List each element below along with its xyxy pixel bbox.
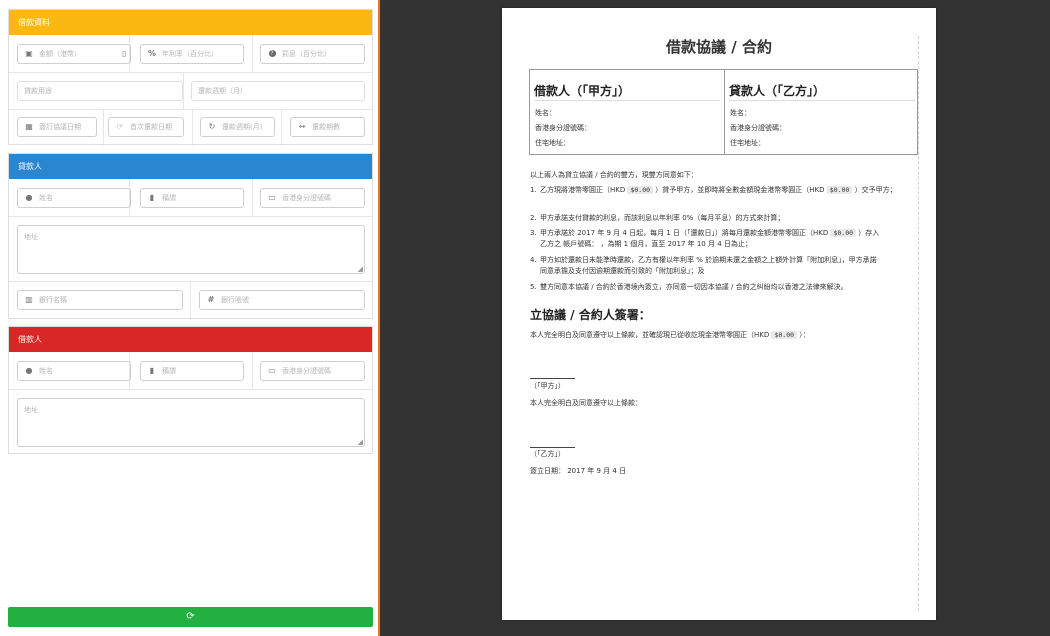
loan-details-title: 借款資料: [18, 18, 50, 27]
borrower-address-textarea[interactable]: 地址 ◢: [17, 398, 365, 447]
loan-details-panel: 借款資料 ▣ 金額（港幣） ▯ % 年利率（百分比） ? 罰息（百分比） 貸款用途 還…: [8, 9, 373, 146]
dollar-suffix-icon: ▯: [122, 50, 126, 58]
clause-1: 1. 乙方現將港幣零圓正（HKD $0.00 ）貸予甲方，並即時將全數金額現金港…: [530, 186, 897, 194]
intro-text: 以上兩人為貸立協議 / 合約的雙方，現雙方同意如下：: [530, 171, 698, 179]
borrower-heading: 借款人（「甲方」）: [534, 82, 720, 101]
agreement-document: 借款協議 / 合約 借款人（「甲方」） 姓名： 香港身分證號碼： 住宅地址： 貸…: [502, 8, 936, 620]
parties-table: 借款人（「甲方」） 姓名： 香港身分證號碼： 住宅地址： 貸款人（「乙方」） 姓…: [529, 69, 918, 155]
borrower-panel: 借款人 ● 姓名 ▮ 稱謂 ▭ 香港身分證號碼 地址 ◢: [8, 326, 373, 454]
id-card-icon: ▭: [268, 193, 276, 202]
repayment-cycle-input[interactable]: 還款週期（月）: [191, 81, 365, 101]
party-b-label: （「乙方」）: [530, 450, 565, 458]
installment-count-input[interactable]: ↔ 還款期數: [290, 117, 365, 137]
borrower-address-label: 住宅地址：: [535, 139, 570, 147]
clause-4: 4. 甲方如於還款日未能準時還款，乙方有權以年利率 % 於逾期未還之金額之上額外…: [530, 256, 877, 275]
user-icon: ●: [25, 193, 33, 202]
hash-icon: #: [207, 295, 215, 304]
lender-id-label: 香港身分證號碼：: [730, 124, 786, 132]
resize-grip-icon[interactable]: ◢: [358, 439, 363, 446]
repeat-icon: ↻: [208, 122, 216, 131]
borrower-hkid-input[interactable]: ▭ 香港身分證號碼: [260, 361, 365, 381]
interest-rate-input[interactable]: % 年利率（百分比）: [140, 44, 244, 64]
question-icon: ?: [268, 50, 276, 57]
lender-title: 貸款人: [18, 162, 42, 171]
loan-purpose-input[interactable]: 貸款用途: [17, 81, 183, 101]
signature-heading: 立協議 / 合約人簽署：: [530, 308, 651, 322]
borrower-name-label: 姓名：: [535, 109, 556, 117]
lender-column: 貸款人（「乙方」） 姓名： 香港身分證號碼： 住宅地址：: [725, 70, 919, 154]
borrower-id-label: 香港身分證號碼：: [535, 124, 591, 132]
document-title: 借款協議 / 合約: [666, 38, 772, 56]
hand-icon: ☞: [116, 122, 124, 131]
borrower-title-input[interactable]: ▮ 稱謂: [140, 361, 244, 381]
borrower-name-input[interactable]: ● 姓名: [17, 361, 131, 381]
borrower-declaration: 本人完全明白及同意遵守以上條款，並確認現已從收訖現金港幣零圓正（HKD $0.0…: [530, 331, 810, 339]
lender-declaration: 本人完全明白及同意遵守以上條款：: [530, 399, 642, 407]
clause-3: 3. 甲方承諾於 2017 年 9 月 4 日起，每月 1 日（「還款日」）將每…: [530, 229, 880, 248]
lender-address-textarea[interactable]: 地址 ◢: [17, 225, 365, 274]
agreement-date-input[interactable]: ▦ 簽訂協議日期: [17, 117, 97, 137]
clause-2: 2. 甲方承諾支付貸款的利息，而該利息以年利率 0%（每月平息）的方式來計算；: [530, 214, 785, 222]
lender-hkid-input[interactable]: ▭ 香港身分證號碼: [260, 188, 365, 208]
lender-address-label: 住宅地址：: [730, 139, 765, 147]
refresh-icon: ⟳: [186, 611, 195, 622]
lender-title-input[interactable]: ▮ 稱謂: [140, 188, 244, 208]
borrower-title: 借款人: [18, 335, 42, 344]
percent-icon: %: [147, 49, 156, 58]
repayment-period-input[interactable]: ↻ 還款週期(月): [200, 117, 275, 137]
party-a-label: （「甲方」）: [530, 382, 565, 390]
form-sidebar: 借款資料 ▣ 金額（港幣） ▯ % 年利率（百分比） ? 罰息（百分比） 貸款用途 還…: [0, 0, 380, 636]
id-card-icon: ▭: [268, 366, 276, 375]
resize-grip-icon[interactable]: ◢: [358, 266, 363, 273]
bank-account-input[interactable]: # 銀行賬號: [199, 290, 365, 310]
lender-panel: 貸款人 ● 姓名 ▮ 稱謂 ▭ 香港身分證號碼 地址 ◢ ▥ 銀行名稱 # 銀行賬號: [8, 153, 373, 320]
loan-details-header: 借款資料: [9, 10, 372, 35]
bank-name-input[interactable]: ▥ 銀行名稱: [17, 290, 183, 310]
borrower-header: 借款人: [9, 327, 372, 352]
lender-name-input[interactable]: ● 姓名: [17, 188, 131, 208]
calendar-icon: ▦: [25, 122, 33, 131]
lender-heading: 貸款人（「乙方」）: [729, 82, 915, 101]
borrower-column: 借款人（「甲方」） 姓名： 香港身分證號碼： 住宅地址：: [530, 70, 724, 154]
lender-header: 貸款人: [9, 154, 372, 179]
money-icon: ▣: [25, 49, 33, 58]
lender-name-label: 姓名：: [730, 109, 751, 117]
amount-input[interactable]: ▣ 金額（港幣） ▯: [17, 44, 131, 64]
id-badge-icon: ▮: [149, 193, 155, 202]
first-repayment-date-input[interactable]: ☞ 首次還款日期: [108, 117, 184, 137]
signing-date: 簽立日期： 2017 年 9 月 4 日: [530, 467, 627, 475]
user-icon: ●: [25, 366, 33, 375]
bank-icon: ▥: [25, 295, 33, 304]
penalty-rate-input[interactable]: ? 罰息（百分比）: [260, 44, 365, 64]
id-badge-icon: ▮: [149, 366, 155, 375]
arrows-icon: ↔: [298, 122, 306, 131]
party-a-signature-line: [530, 378, 575, 379]
refresh-button[interactable]: ⟳: [8, 607, 373, 627]
clause-5: 5. 雙方同意本協議 / 合約於香港境內簽立，亦同意一切因本協議 / 合約之糾紛…: [530, 283, 848, 291]
party-b-signature-line: [530, 447, 575, 448]
